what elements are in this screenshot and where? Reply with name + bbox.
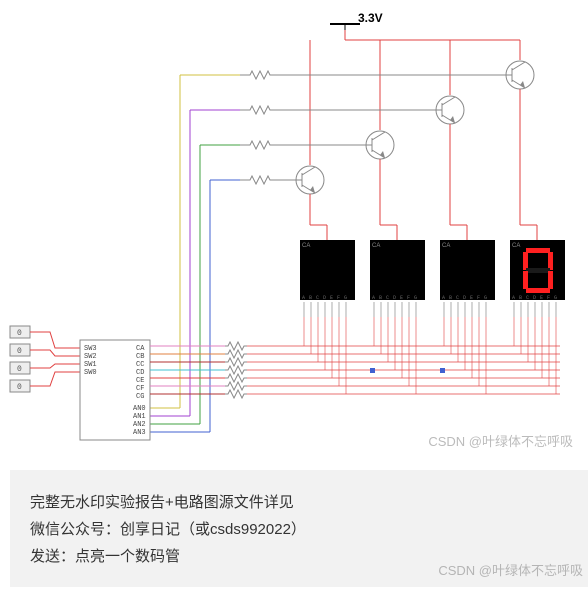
svg-text:0: 0 [17, 383, 22, 392]
resistor-4 [240, 176, 296, 184]
svg-text:CA: CA [302, 243, 310, 249]
info-line-3: 发送：点亮一个数码管 [30, 545, 578, 566]
circuit-diagram: 3.3V [0, 0, 588, 460]
svg-text:G: G [554, 295, 557, 301]
svg-text:0: 0 [17, 365, 22, 374]
input-box-4: 0 [10, 380, 30, 392]
circuit-svg: 3.3V [0, 0, 588, 460]
svg-text:C: C [386, 295, 389, 301]
svg-text:C: C [316, 295, 319, 301]
seven-seg-display-2: CA A B C D E F G [370, 240, 425, 317]
input-box-3: 0 [10, 362, 30, 374]
input-box-2: 0 [10, 344, 30, 356]
svg-text:B: B [309, 295, 312, 301]
svg-text:0: 0 [17, 329, 22, 338]
svg-text:B: B [449, 295, 452, 301]
svg-text:SW3: SW3 [84, 345, 97, 353]
svg-text:E: E [470, 295, 473, 301]
svg-text:D: D [323, 295, 326, 301]
svg-text:E: E [540, 295, 543, 301]
svg-text:D: D [393, 295, 396, 301]
svg-text:A: A [372, 295, 375, 301]
transistor-2 [436, 40, 467, 240]
svg-text:CC: CC [136, 361, 144, 369]
svg-text:G: G [344, 295, 347, 301]
svg-text:SW0: SW0 [84, 369, 97, 377]
svg-text:CA: CA [512, 243, 520, 249]
svg-text:CA: CA [136, 345, 145, 353]
transistor-3 [366, 40, 397, 240]
svg-text:AN1: AN1 [133, 413, 146, 421]
svg-text:G: G [484, 295, 487, 301]
svg-text:CE: CE [136, 377, 144, 385]
svg-text:B: B [379, 295, 382, 301]
svg-text:CA: CA [442, 243, 450, 249]
info-line-1: 完整无水印实验报告+电路图源文件详见 [30, 491, 578, 512]
svg-text:CB: CB [136, 353, 144, 361]
svg-text:C: C [526, 295, 529, 301]
info-box: 完整无水印实验报告+电路图源文件详见 微信公众号：创享日记（或csds99202… [10, 470, 588, 587]
seven-seg-display-3: CA A B C D E F G [440, 240, 495, 317]
segment-bus [150, 317, 560, 398]
seven-seg-display-4: CA A B C D E F G [510, 240, 565, 317]
svg-text:0: 0 [17, 347, 22, 356]
voltage-label: 3.3V [358, 11, 383, 25]
svg-text:E: E [330, 295, 333, 301]
svg-text:G: G [414, 295, 417, 301]
svg-text:D: D [533, 295, 536, 301]
transistor-4 [296, 40, 327, 240]
input-box-1: 0 [10, 326, 30, 338]
svg-text:CF: CF [136, 385, 144, 393]
svg-text:C: C [456, 295, 459, 301]
svg-text:E: E [400, 295, 403, 301]
svg-text:D: D [463, 295, 466, 301]
decoder-chip: SW3 SW2 SW1 SW0 CA CB CC CD CE CF CG AN0… [80, 340, 150, 440]
svg-text:A: A [302, 295, 305, 301]
svg-text:A: A [512, 295, 515, 301]
svg-text:F: F [407, 295, 410, 301]
svg-text:SW1: SW1 [84, 361, 97, 369]
svg-text:AN3: AN3 [133, 429, 146, 437]
svg-text:CG: CG [136, 393, 144, 401]
resistor-3 [240, 141, 366, 149]
svg-text:F: F [477, 295, 480, 301]
svg-text:A: A [442, 295, 445, 301]
svg-text:B: B [519, 295, 522, 301]
svg-text:F: F [547, 295, 550, 301]
svg-text:SW2: SW2 [84, 353, 97, 361]
resistor-1 [240, 71, 506, 79]
resistor-2 [240, 106, 436, 114]
svg-text:F: F [337, 295, 340, 301]
svg-text:CD: CD [136, 369, 144, 377]
seven-seg-display-1: CA A B C D E F G [300, 240, 355, 317]
svg-text:CA: CA [372, 243, 380, 249]
svg-text:AN0: AN0 [133, 405, 146, 413]
info-line-2: 微信公众号：创享日记（或csds992022） [30, 518, 578, 539]
svg-text:AN2: AN2 [133, 421, 146, 429]
transistor-1 [506, 40, 537, 240]
